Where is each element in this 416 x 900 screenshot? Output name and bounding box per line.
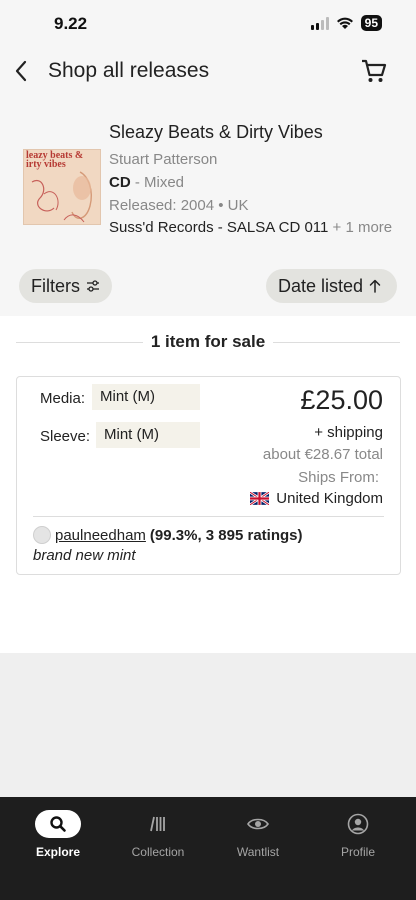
status-time: 9.22 [54,14,88,33]
format-detail: Mixed [144,174,185,191]
uk-flag-icon [250,492,270,505]
release-label: Suss'd Records - SALSA CD 011 + 1 more [109,219,394,237]
sleeve-condition-label: Sleeve: [40,428,91,445]
nav-collection-label: Collection [131,845,185,859]
nav-collection[interactable]: Collection [108,809,208,859]
media-condition-label: Media: [40,390,86,407]
sort-button[interactable]: Date listed [266,269,397,303]
filters-button[interactable]: Filters [19,269,112,303]
listing-comment: brand new mint [33,547,136,564]
nav-explore-label: Explore [35,845,80,859]
release-title[interactable]: Sleazy Beats & Dirty Vibes [109,122,323,143]
release-date: Released: 2004 • UK [109,197,249,214]
nav-profile-label: Profile [340,845,375,859]
app-header: Shop all releases [0,48,416,108]
explore-pill [35,810,81,838]
release-cover-image[interactable]: leazy beats & irty vibes [23,149,101,225]
listings-count: 1 item for sale [150,332,266,351]
seller-avatar[interactable] [33,526,51,544]
nav-explore[interactable]: Explore [8,809,108,859]
shopping-cart-icon [362,59,387,82]
card-divider [33,516,384,517]
sort-label: Date listed [278,275,364,296]
listings-count-row: 1 item for sale [16,330,401,354]
ships-from-country: United Kingdom [250,490,383,507]
listing-card[interactable]: Media: Mint (M) Sleeve: Mint (M) £25.00 … [16,376,401,575]
seller-name-link[interactable]: paulneedham [55,527,146,544]
status-bar: 9.22 95 [0,0,416,48]
sliders-icon [87,280,99,292]
release-format: CD - Mixed [109,174,184,191]
divider-line [273,341,401,343]
format-name: CD [109,174,131,191]
eye-icon [247,818,269,830]
ships-from-label: Ships From: [298,469,379,486]
search-icon [50,816,66,832]
nav-profile[interactable]: Profile [308,809,408,859]
listing-price: £25.00 [300,385,383,415]
format-separator: - [130,174,145,191]
chevron-left-icon [15,60,27,82]
seller-info: paulneedham (99.3%, 3 895 ratings) [33,526,303,544]
nav-wantlist-label: Wantlist [236,845,280,859]
filters-label: Filters [31,275,80,296]
bottom-navigation: Explore Collection Wantlist Profile [0,797,416,900]
country-name: United Kingdom [276,490,383,507]
cart-button[interactable] [360,57,388,85]
media-condition-value: Mint (M) [92,384,200,410]
release-artist[interactable]: Stuart Patterson [109,151,217,168]
collection-icon [150,816,165,832]
page-title: Shop all releases [48,59,210,82]
signal-icon [310,16,329,30]
seller-rating: (99.3%, 3 895 ratings) [149,526,303,544]
divider-line [16,341,143,343]
shipping-info: + shipping [314,424,383,441]
sleeve-condition-value: Mint (M) [96,422,200,448]
label-more[interactable]: + 1 more [333,219,393,236]
back-button[interactable] [10,58,34,84]
nav-wantlist[interactable]: Wantlist [208,809,308,859]
arrow-up-icon [369,279,381,293]
battery-icon: 95 [360,15,382,31]
wifi-icon [336,17,353,29]
cover-illustration [31,171,92,223]
status-icons: 95 [310,15,382,31]
label-name[interactable]: Suss'd Records - SALSA CD 011 [109,219,328,236]
release-summary: leazy beats & irty vibes Sleazy Beats & … [0,108,416,316]
total-price: about €28.67 total [262,446,383,463]
listings-section: 1 item for sale Media: Mint (M) Sleeve: … [0,316,416,653]
profile-icon [347,813,369,835]
